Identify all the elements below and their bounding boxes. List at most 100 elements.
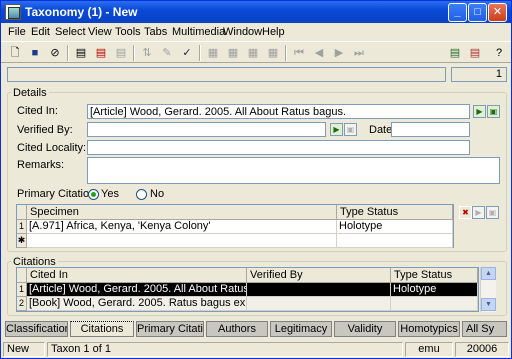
last-record-icon[interactable]: ⏭ (351, 45, 367, 61)
cited-locality-label: Cited Locality: (17, 142, 87, 154)
menu-multimedia[interactable]: Multimedia (172, 26, 225, 38)
toolbar-separator (67, 45, 69, 61)
help-icon[interactable]: ? (491, 45, 507, 61)
new-type-status-cell[interactable] (337, 234, 453, 248)
details-label: Details (11, 87, 49, 99)
search-status-field (7, 67, 446, 82)
title-bar: Taxonomy (1) - New _ □ ✕ (1, 1, 511, 23)
tab-validity[interactable]: Validity (334, 321, 396, 337)
cited-in-column-header[interactable]: Cited In (27, 268, 247, 283)
menu-window[interactable]: Window (223, 26, 262, 38)
primary-no-radio[interactable] (136, 189, 147, 200)
spell-check-icon[interactable]: ✓ (179, 45, 195, 61)
status-id: 20006 (455, 342, 509, 357)
type-status-cell[interactable]: Holotype (337, 220, 453, 234)
maximize-button[interactable]: □ (468, 3, 487, 22)
verified-by-field[interactable] (87, 122, 326, 137)
menu-view[interactable]: View (88, 26, 112, 38)
primary-yes-label: Yes (101, 188, 119, 200)
copy-icon[interactable]: ▤ (113, 45, 129, 61)
taxonomy-window: Taxonomy (1) - New _ □ ✕ File Edit Selec… (0, 0, 512, 359)
verified-by-column-header[interactable]: Verified By (247, 268, 391, 283)
date-field[interactable] (391, 122, 470, 137)
tab-homotypics[interactable]: Homotypics (398, 321, 460, 337)
toolbar-separator (133, 45, 135, 61)
toolbar: 🗋 ■ ⊘ ▤ ▤ ▤ ⇅ ✎ ✓ ▦ ▦ ▦ ▦ ⏮ ◀ ▶ ⏭ ▤ ▤ ? (1, 41, 511, 63)
cited-locality-field[interactable] (87, 140, 470, 155)
status-mode: New (3, 342, 45, 357)
menu-tools[interactable]: Tools (115, 26, 141, 38)
tab-authors[interactable]: Authors (206, 321, 268, 337)
remarks-field[interactable] (87, 157, 500, 184)
new-icon[interactable]: 🗋 (7, 45, 23, 61)
citations-table: Cited In Verified By Type Status 1 [Arti… (16, 267, 479, 312)
tab-primary-citation[interactable]: Primary Citation (136, 321, 204, 337)
delete-row-icon[interactable]: ✖ (459, 206, 472, 219)
row-open-icon[interactable]: ▣ (486, 206, 499, 219)
cited-in-open-icon[interactable]: ▣ (487, 105, 500, 118)
tab-all-synonyms[interactable]: All Sy (462, 321, 507, 337)
row-number[interactable]: 1 (17, 283, 27, 297)
type-status-column-header[interactable]: Type Status (337, 205, 453, 220)
toolbar-separator (199, 45, 201, 61)
scroll-down-icon[interactable]: ▼ (481, 298, 496, 311)
verified-by-label: Verified By: (17, 124, 73, 136)
scroll-up-icon[interactable]: ▲ (481, 267, 496, 280)
row-number[interactable]: 1 (17, 220, 27, 234)
type-status-cell[interactable] (391, 297, 478, 311)
row-lookup-icon[interactable]: ▶ (472, 206, 485, 219)
verified-by-cell[interactable] (247, 297, 391, 311)
prev-record-icon[interactable]: ◀ (311, 45, 327, 61)
menu-select[interactable]: Select (55, 26, 86, 38)
new-specimen-cell[interactable] (27, 234, 337, 248)
specimen-table: Specimen Type Status 1 [A.971] Africa, K… (16, 204, 454, 248)
tab-citations[interactable]: Citations (70, 321, 134, 337)
next-record-icon[interactable]: ▶ (331, 45, 347, 61)
cited-in-cell[interactable]: [Book] Wood, Gerard. 2005. Ratus bagus e… (27, 297, 247, 311)
new-record-icon[interactable]: ▤ (73, 45, 89, 61)
menu-file[interactable]: File (8, 26, 26, 38)
first-record-icon[interactable]: ⏮ (291, 45, 307, 61)
menu-edit[interactable]: Edit (31, 26, 50, 38)
row-number[interactable]: 2 (17, 297, 27, 311)
close-button[interactable]: ✕ (488, 3, 507, 22)
view1-icon[interactable]: ▦ (205, 45, 221, 61)
view4-icon[interactable]: ▦ (265, 45, 281, 61)
type-status-column-header[interactable]: Type Status (391, 268, 478, 283)
primary-yes-radio[interactable] (88, 189, 99, 200)
view3-icon[interactable]: ▦ (245, 45, 261, 61)
specimen-corner-header (17, 205, 27, 220)
toolbar-separator (285, 45, 287, 61)
verified-by-cell[interactable] (247, 283, 391, 297)
verified-by-open-icon[interactable]: ▣ (344, 123, 357, 136)
remarks-label: Remarks: (17, 159, 65, 171)
app-icon (5, 4, 21, 20)
verified-by-lookup-icon[interactable]: ▶ (330, 123, 343, 136)
view2-icon[interactable]: ▦ (225, 45, 241, 61)
sort-icon[interactable]: ⇅ (139, 45, 155, 61)
specimen-column-header[interactable]: Specimen (27, 205, 337, 220)
delete-record-icon[interactable]: ▤ (93, 45, 109, 61)
report-icon[interactable]: ▤ (447, 45, 463, 61)
menu-help[interactable]: Help (262, 26, 285, 38)
primary-no-label: No (150, 188, 165, 200)
citations-scrollbar[interactable]: ▲ ▼ (480, 267, 496, 312)
cited-in-cell[interactable]: [Article] Wood, Gerard. 2005. All About … (27, 283, 247, 297)
report-alt-icon[interactable]: ▤ (467, 45, 483, 61)
tab-strip: Classification Citations Primary Citatio… (5, 321, 507, 338)
save-icon[interactable]: ■ (27, 45, 43, 61)
tab-legitimacy[interactable]: Legitimacy (270, 321, 332, 337)
edit-icon[interactable]: ✎ (159, 45, 175, 61)
new-row-marker[interactable]: ✱ (17, 234, 27, 248)
cancel-icon[interactable]: ⊘ (47, 45, 63, 61)
window-title: Taxonomy (1) - New (25, 5, 138, 19)
specimen-cell[interactable]: [A.971] Africa, Kenya, 'Kenya Colony' (27, 220, 337, 234)
cited-in-field[interactable]: [Article] Wood, Gerard. 2005. All About … (87, 104, 470, 119)
menu-tabs[interactable]: Tabs (144, 26, 167, 38)
status-record: Taxon 1 of 1 (47, 342, 403, 357)
tab-classification[interactable]: Classification (5, 321, 68, 337)
cited-in-lookup-icon[interactable]: ▶ (473, 105, 486, 118)
cited-in-label: Cited In: (17, 105, 58, 117)
minimize-button[interactable]: _ (448, 3, 467, 22)
type-status-cell[interactable]: Holotype (391, 283, 478, 297)
